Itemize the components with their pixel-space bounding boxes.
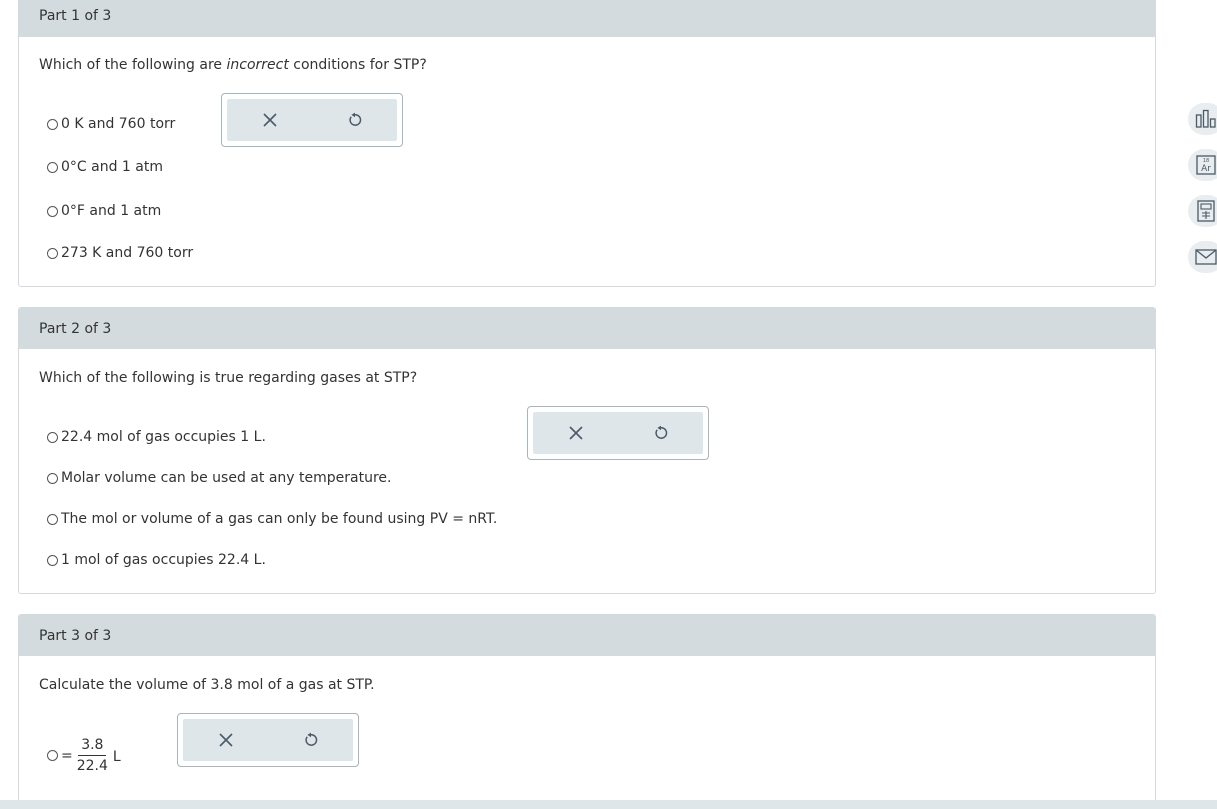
question-emphasis: incorrect [226,57,289,73]
fraction-numerator: 3.8 [78,737,107,756]
part-2-option-4[interactable]: 1 mol of gas occupies 22.4 L. [47,552,266,568]
fraction-denominator: 22.4 [76,758,108,774]
chart-tool-button[interactable] [1188,103,1217,135]
toolbox-inner [227,99,397,141]
svg-text:Ar: Ar [1201,164,1211,174]
radio-button[interactable] [47,513,58,525]
radio-button[interactable] [47,205,58,217]
calculator-icon [1197,200,1215,222]
bottom-scroll-bar[interactable] [0,800,1217,809]
page: Part 1 of 3 Which of the following are i… [0,0,1217,809]
clear-button[interactable] [561,418,591,448]
mail-icon [1195,249,1217,265]
option-label: 273 K and 760 torr [61,245,194,261]
equals-sign: = [61,747,73,764]
part-1-title: Part 1 of 3 [39,8,112,24]
mail-button[interactable] [1188,241,1217,273]
part-1-panel: Part 1 of 3 Which of the following are i… [18,0,1156,287]
radio-button[interactable] [47,554,58,566]
part-3-answer-option[interactable]: = 3.8 22.4 L [47,737,121,774]
close-icon [218,733,233,747]
undo-icon [654,425,667,439]
part-2-option-1[interactable]: 22.4 mol of gas occupies 1 L. [47,429,266,445]
part-2-toolbox [527,406,709,460]
part-3-toolbox [177,713,359,767]
radio-button[interactable] [47,161,58,173]
undo-button[interactable] [340,105,370,135]
part-1-header: Part 1 of 3 [19,0,1155,37]
close-icon [568,426,583,440]
radio-button[interactable] [47,118,58,130]
part-2-option-3[interactable]: The mol or volume of a gas can only be f… [47,511,497,527]
part-1-toolbox [221,93,403,147]
chart-icon [1195,109,1216,128]
option-label: Molar volume can be used at any temperat… [61,470,392,486]
undo-icon [348,112,361,126]
undo-icon [304,732,317,746]
option-label: 22.4 mol of gas occupies 1 L. [61,429,266,445]
close-icon [262,113,277,127]
part-2-question: Which of the following is true regarding… [39,370,418,386]
fraction: 3.8 22.4 [74,737,111,774]
periodic-table-icon: 18 Ar [1196,155,1216,175]
part-1-option-4[interactable]: 273 K and 760 torr [47,245,193,261]
radio-button[interactable] [47,247,58,259]
part-1-option-2[interactable]: 0°C and 1 atm [47,159,163,175]
option-label: 1 mol of gas occupies 22.4 L. [61,552,266,568]
part-1-option-3[interactable]: 0°F and 1 atm [47,203,161,219]
radio-button[interactable] [47,431,58,443]
option-label: 0 K and 760 torr [61,116,176,132]
option-label: 0°C and 1 atm [61,159,163,175]
option-label: 0°F and 1 atm [61,203,162,219]
part-3-header: Part 3 of 3 [19,615,1155,656]
unit-label: L [112,748,121,765]
toolbox-inner [533,412,703,454]
undo-button[interactable] [296,725,326,755]
option-label: The mol or volume of a gas can only be f… [61,511,498,527]
part-2-header: Part 2 of 3 [19,308,1155,349]
clear-button[interactable] [255,105,285,135]
part-1-question: Which of the following are incorrect con… [39,57,427,73]
part-3-panel: Part 3 of 3 Calculate the volume of 3.8 … [18,614,1156,809]
undo-button[interactable] [646,418,676,448]
toolbox-inner [183,719,353,761]
radio-button[interactable] [47,750,58,761]
clear-button[interactable] [211,725,241,755]
part-1-option-1[interactable]: 0 K and 760 torr [47,116,175,132]
part-3-question: Calculate the volume of 3.8 mol of a gas… [39,677,375,693]
calculator-button[interactable] [1188,195,1217,227]
part-2-title: Part 2 of 3 [39,320,112,337]
radio-button[interactable] [47,472,58,484]
part-3-title: Part 3 of 3 [39,627,112,644]
periodic-table-button[interactable]: 18 Ar [1188,149,1217,181]
part-2-option-2[interactable]: Molar volume can be used at any temperat… [47,470,391,486]
